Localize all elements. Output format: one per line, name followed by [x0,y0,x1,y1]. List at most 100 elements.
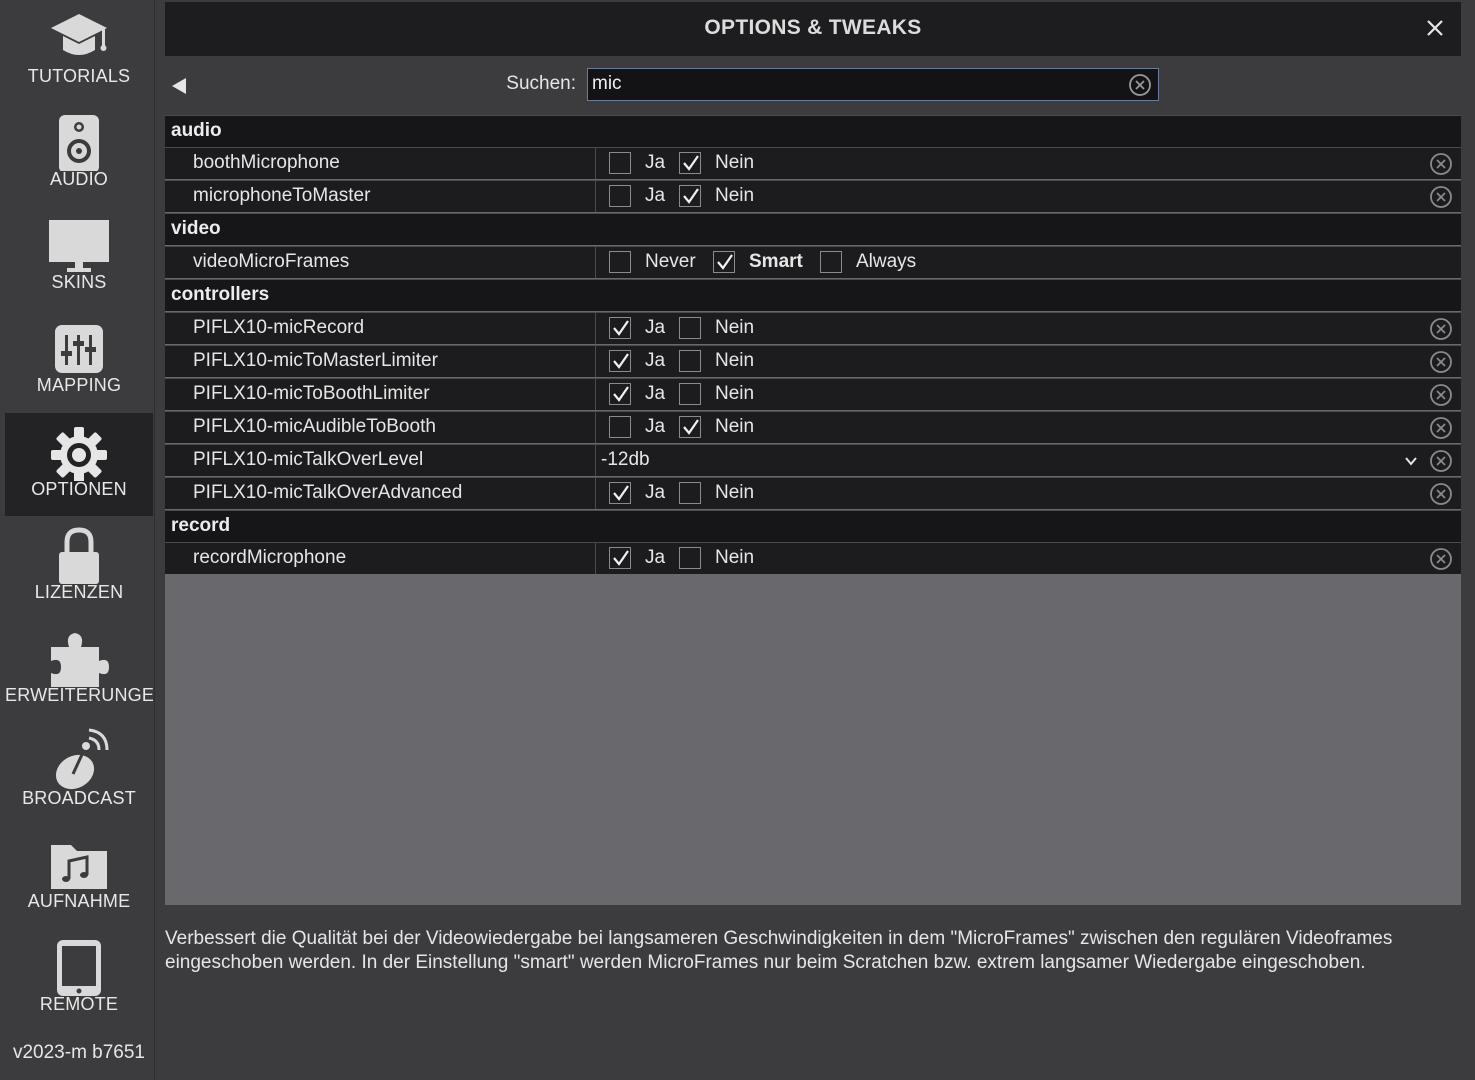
column-divider [595,247,596,278]
graduation-cap-icon [51,14,107,55]
reset-option-button[interactable] [1429,185,1453,209]
column-divider [595,379,596,410]
reset-option-button[interactable] [1429,547,1453,571]
checkbox-nein[interactable] [679,416,701,438]
checkbox-ja[interactable] [609,350,631,372]
column-divider [595,478,596,509]
group-label: video [171,218,221,239]
checkbox-never[interactable] [609,251,631,273]
option-name: microphoneToMaster [193,185,371,206]
sidebar-item-audio[interactable]: AUDIO [5,103,153,206]
sidebar-item-broadcast[interactable]: BROADCAST [5,722,153,825]
sidebar: TUTORIALS AUDIO SKINS MAPPING OPTIONEN L… [0,0,155,1080]
option-description: Verbessert die Qualität bei der Videowie… [165,928,1393,973]
option-label-nein: Nein [715,185,755,206]
sidebar-item-erweiterungen[interactable]: ERWEITERUNGEI [5,619,153,722]
checkbox-nein[interactable] [679,482,701,504]
monitor-icon [49,220,109,272]
search-box [587,68,1159,101]
gear-icon [51,427,107,481]
option-row-micAudibleToBooth: PIFLX10-micAudibleToBooth Ja Nein [165,411,1461,443]
back-button[interactable] [170,76,188,96]
music-folder-icon [51,845,107,889]
checkbox-ja[interactable] [609,482,631,504]
sidebar-item-remote[interactable]: REMOTE [5,928,153,1031]
checkbox-nein[interactable] [679,317,701,339]
option-label-ja: Ja [645,317,666,338]
chevron-down-icon[interactable] [1403,453,1419,469]
checkmark-icon [683,419,699,435]
option-name: PIFLX10-micAudibleToBooth [193,416,436,437]
option-label-smart: Smart [749,251,803,272]
column-divider [595,412,596,443]
talkover-level-select[interactable]: -12db [601,449,650,471]
option-label-ja: Ja [645,547,666,568]
option-row-micTalkOverAdvanced: PIFLX10-micTalkOverAdvanced Ja Nein [165,477,1461,509]
option-name: PIFLX10-micToBoothLimiter [193,383,430,404]
checkbox-ja[interactable] [609,185,631,207]
column-divider [595,445,596,476]
reset-option-button[interactable] [1429,350,1453,374]
checkbox-ja[interactable] [609,152,631,174]
option-label-nein: Nein [715,152,755,173]
checkmark-icon [683,155,699,171]
sidebar-item-label: TUTORIALS [27,66,131,86]
group-label: audio [171,120,222,141]
group-label: controllers [171,284,270,305]
checkbox-always[interactable] [820,251,842,273]
option-row-boothMicrophone: boothMicrophone Ja Nein [165,147,1461,179]
option-row-microphoneToMaster: microphoneToMaster Ja Nein [165,180,1461,212]
option-label-ja: Ja [645,350,666,371]
option-row-videoMicroFrames: videoMicroFrames Never Smart Always [165,246,1461,278]
reset-circle-icon [1430,351,1452,373]
group-label: record [171,515,231,536]
version-label: v2023-m b7651 [12,1042,146,1063]
group-header-video: video [165,213,1461,245]
option-row-micToBoothLimiter: PIFLX10-micToBoothLimiter Ja Nein [165,378,1461,410]
checkbox-ja[interactable] [609,416,631,438]
close-button[interactable] [1423,16,1447,40]
reset-option-button[interactable] [1429,383,1453,407]
group-header-record: record [165,510,1461,542]
group-header-controllers: controllers [165,279,1461,311]
sidebar-item-optionen[interactable]: OPTIONEN [5,413,153,516]
reset-circle-icon [1430,548,1452,570]
option-label-ja: Ja [645,185,666,206]
reset-option-button[interactable] [1429,152,1453,176]
checkbox-ja[interactable] [609,317,631,339]
option-label-always: Always [856,251,917,272]
search-clear-button[interactable] [1128,73,1152,97]
option-label-nein: Nein [715,383,755,404]
sidebar-item-aufnahme[interactable]: AUFNAHME [5,825,153,928]
sidebar-item-label: LIZENZEN [34,582,124,602]
checkbox-nein[interactable] [679,350,701,372]
sliders-icon [55,325,103,373]
checkbox-nein[interactable] [679,383,701,405]
reset-option-button[interactable] [1429,416,1453,440]
checkbox-nein[interactable] [679,547,701,569]
sidebar-item-tutorials[interactable]: TUTORIALS [5,0,153,103]
option-name: PIFLX10-micRecord [193,317,365,338]
reset-option-button[interactable] [1429,317,1453,341]
option-name: PIFLX10-micTalkOverLevel [193,449,424,470]
checkbox-ja[interactable] [609,547,631,569]
option-label-ja: Ja [645,482,666,503]
option-label-ja: Ja [645,416,666,437]
reset-option-button[interactable] [1429,482,1453,506]
checkbox-nein[interactable] [679,185,701,207]
sidebar-item-label: ERWEITERUNGEI [5,685,153,705]
column-divider [595,313,596,344]
checkbox-ja[interactable] [609,383,631,405]
checkmark-icon [613,550,629,566]
sidebar-item-lizenzen[interactable]: LIZENZEN [5,516,153,619]
sidebar-item-mapping[interactable]: MAPPING [5,309,153,412]
sidebar-item-skins[interactable]: SKINS [5,206,153,309]
checkbox-nein[interactable] [679,152,701,174]
search-input[interactable] [592,71,1112,97]
reset-option-button[interactable] [1429,449,1453,473]
options-table: audio boothMicrophone Ja Nein microphone… [165,115,1461,905]
option-name: PIFLX10-micToMasterLimiter [193,350,438,371]
speaker-icon [59,115,99,171]
checkbox-smart[interactable] [713,251,735,273]
option-label-ja: Ja [645,383,666,404]
